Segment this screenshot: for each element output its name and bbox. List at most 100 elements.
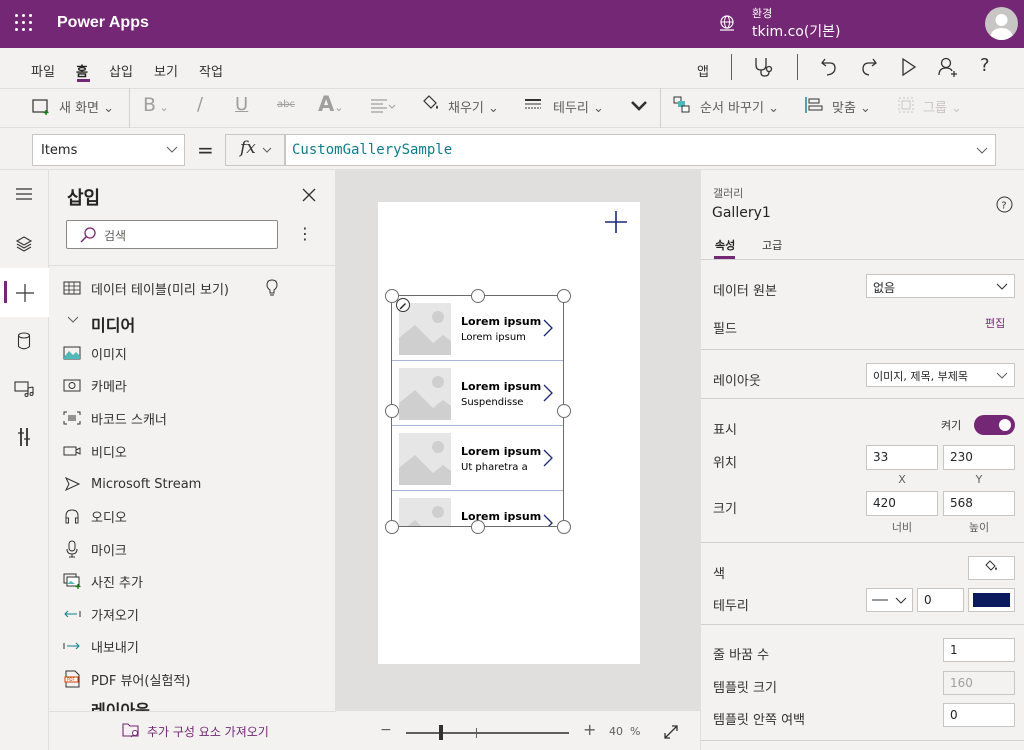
edit-template-icon[interactable] bbox=[396, 298, 410, 312]
data-source-dropdown[interactable]: 없음 bbox=[866, 274, 1015, 298]
undo-icon[interactable] bbox=[819, 56, 839, 78]
pdf-icon: PDF bbox=[63, 670, 81, 688]
insert-item-video[interactable]: 비디오 bbox=[63, 436, 127, 466]
share-icon[interactable] bbox=[937, 56, 959, 78]
formula-input[interactable]: CustomGallerySample bbox=[285, 134, 996, 166]
resize-handle[interactable] bbox=[557, 520, 571, 534]
item-label: Microsoft Stream bbox=[91, 476, 202, 492]
insert-item-add-picture[interactable]: 사진 추가 bbox=[63, 566, 143, 596]
expand-ribbon-chevron-icon[interactable] bbox=[629, 99, 649, 113]
menu-file[interactable]: 파일 bbox=[31, 61, 55, 80]
category-media[interactable]: 미디어 bbox=[91, 312, 135, 336]
tab-advanced[interactable]: 고급 bbox=[762, 237, 782, 253]
insert-item-microphone[interactable]: 마이크 bbox=[63, 534, 127, 564]
category-layout-partial[interactable]: 레이아웃 bbox=[91, 702, 150, 711]
fit-to-window-icon[interactable] bbox=[663, 724, 679, 740]
text-align-icon[interactable] bbox=[370, 99, 396, 113]
insert-icon[interactable] bbox=[0, 268, 49, 317]
menu-home[interactable]: 홈 bbox=[76, 61, 88, 80]
advanced-tools-icon[interactable] bbox=[0, 413, 48, 461]
chevron-down-icon[interactable] bbox=[67, 316, 79, 324]
help-icon[interactable]: ? bbox=[996, 196, 1013, 213]
zoom-out-button[interactable]: − bbox=[380, 722, 392, 738]
resize-handle[interactable] bbox=[557, 289, 571, 303]
menu-insert[interactable]: 삽입 bbox=[109, 61, 133, 80]
x-label: X bbox=[898, 473, 906, 486]
resize-handle[interactable] bbox=[385, 520, 399, 534]
insert-item-image[interactable]: 이미지 bbox=[63, 338, 127, 368]
template-size-input[interactable]: 160 bbox=[943, 671, 1015, 695]
fill-button[interactable]: 채우기 ⌄ bbox=[448, 97, 499, 116]
resize-handle[interactable] bbox=[557, 404, 571, 418]
insert-item-barcode[interactable]: 바코드 스캐너 bbox=[63, 403, 167, 433]
font-color-button[interactable]: A⌄ bbox=[318, 92, 343, 116]
underline-button[interactable]: U bbox=[235, 94, 248, 115]
bold-button[interactable]: B ⌄ bbox=[143, 94, 169, 116]
menu-icon[interactable] bbox=[0, 170, 48, 218]
tree-view-icon[interactable] bbox=[0, 220, 48, 268]
width-input[interactable]: 420 bbox=[866, 491, 938, 516]
image-icon bbox=[63, 344, 81, 362]
fields-edit-link[interactable]: 편집 bbox=[985, 315, 1005, 331]
insert-item-pdf-viewer[interactable]: PDF PDF 뷰어(실험적) bbox=[63, 664, 190, 694]
border-button[interactable]: 테두리 ⌄ bbox=[553, 97, 604, 116]
close-icon[interactable] bbox=[300, 186, 318, 204]
align-button[interactable]: 맞춤 ⌄ bbox=[832, 97, 871, 116]
expand-formula-icon[interactable] bbox=[976, 147, 988, 155]
insert-item-import[interactable]: 가져오기 bbox=[63, 599, 139, 629]
data-icon[interactable] bbox=[0, 317, 48, 365]
more-options-icon[interactable]: ⋮ bbox=[297, 224, 313, 243]
menu-action[interactable]: 작업 bbox=[199, 61, 223, 80]
strikethrough-button[interactable]: abc bbox=[277, 99, 295, 110]
insert-item-export[interactable]: 내보내기 bbox=[63, 631, 139, 661]
wrap-count-input[interactable]: 1 bbox=[943, 638, 1015, 662]
gallery-selection-frame[interactable] bbox=[391, 295, 564, 527]
divider bbox=[49, 265, 336, 266]
help-icon[interactable]: ? bbox=[980, 55, 990, 76]
insert-item-camera[interactable]: 카메라 bbox=[63, 370, 127, 400]
template-padding-input[interactable]: 0 bbox=[943, 703, 1015, 727]
zoom-slider-thumb[interactable] bbox=[438, 725, 443, 740]
x-input[interactable]: 33 bbox=[866, 445, 938, 470]
group-button[interactable]: 그룹 ⌄ bbox=[923, 97, 962, 116]
new-screen-button[interactable]: 새 화면 ⌄ bbox=[59, 97, 114, 116]
add-icon[interactable] bbox=[604, 210, 628, 234]
zoom-slider-track[interactable] bbox=[406, 732, 569, 734]
y-input[interactable]: 230 bbox=[943, 445, 1015, 470]
reorder-button[interactable]: 순서 바꾸기 ⌄ bbox=[700, 97, 779, 116]
fx-button[interactable]: fx bbox=[225, 134, 285, 166]
app-checker-icon[interactable] bbox=[752, 56, 774, 78]
environment-globe-icon[interactable] bbox=[718, 14, 736, 32]
height-input[interactable]: 568 bbox=[943, 491, 1015, 516]
search-input[interactable]: 검색 bbox=[66, 220, 278, 249]
menu-view[interactable]: 보기 bbox=[154, 61, 178, 80]
resize-handle[interactable] bbox=[471, 520, 485, 534]
resize-handle[interactable] bbox=[471, 289, 485, 303]
lightbulb-icon[interactable] bbox=[266, 279, 278, 297]
border-color-picker[interactable] bbox=[968, 588, 1015, 612]
item-label: 데이터 테이블(미리 보기) bbox=[91, 282, 230, 298]
app-menu[interactable]: 앱 bbox=[697, 61, 709, 80]
zoom-in-button[interactable]: + bbox=[583, 720, 596, 739]
user-avatar[interactable] bbox=[985, 7, 1018, 40]
control-name[interactable]: Gallery1 bbox=[712, 205, 771, 221]
app-launcher-icon[interactable] bbox=[14, 13, 34, 33]
layout-dropdown[interactable]: 이미지, 제목, 부제목 bbox=[866, 363, 1015, 387]
redo-icon[interactable] bbox=[860, 56, 880, 78]
property-dropdown[interactable]: Items bbox=[32, 134, 185, 166]
environment-name[interactable]: tkim.co(기본) bbox=[752, 21, 841, 41]
insert-item-audio[interactable]: 오디오 bbox=[63, 501, 127, 531]
border-style-dropdown[interactable] bbox=[866, 588, 913, 612]
preview-play-icon[interactable] bbox=[900, 57, 918, 77]
import-icon bbox=[63, 605, 81, 623]
resize-handle[interactable] bbox=[385, 404, 399, 418]
get-more-components-link[interactable]: 추가 구성 요소 가져오기 bbox=[147, 723, 269, 740]
tab-properties[interactable]: 속성 bbox=[715, 237, 735, 253]
border-width-input[interactable]: 0 bbox=[917, 588, 964, 612]
color-picker[interactable] bbox=[968, 556, 1015, 580]
insert-item-stream[interactable]: Microsoft Stream bbox=[63, 469, 201, 499]
italic-button[interactable]: / bbox=[197, 94, 203, 115]
visible-toggle[interactable] bbox=[974, 415, 1015, 435]
media-icon[interactable] bbox=[0, 365, 48, 413]
insert-item-data-table[interactable]: 데이터 테이블(미리 보기) bbox=[63, 273, 229, 303]
